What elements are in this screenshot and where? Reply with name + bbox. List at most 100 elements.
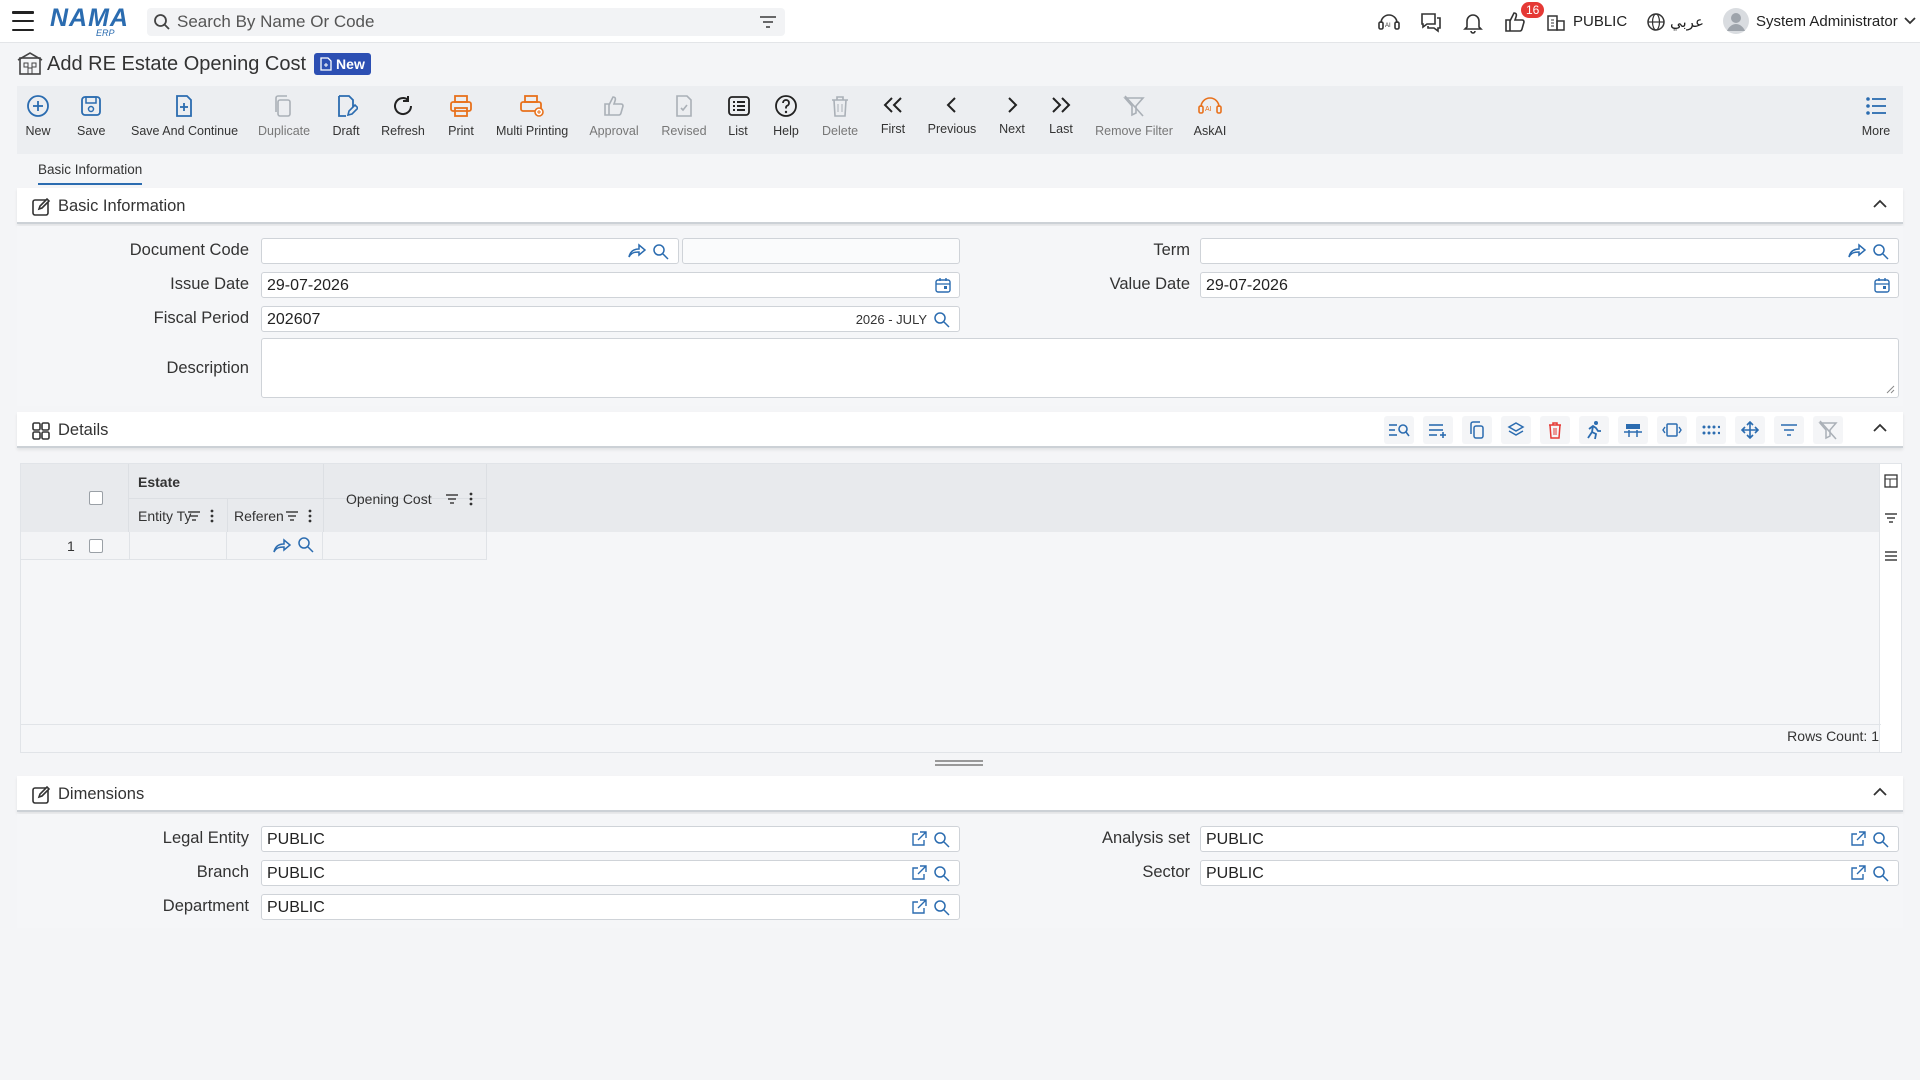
more-button[interactable]: More <box>1859 94 1893 139</box>
expand-width-button[interactable] <box>1657 416 1687 444</box>
column-filter-icon[interactable] <box>445 493 459 505</box>
company-selector[interactable]: PUBLIC <box>1573 13 1627 30</box>
layers-button[interactable] <box>1501 416 1531 444</box>
new-button[interactable]: New <box>25 94 51 139</box>
ai-assistant-icon[interactable]: AI <box>1377 10 1401 34</box>
share-arrow-icon[interactable] <box>1848 243 1866 259</box>
calendar-icon[interactable] <box>1874 277 1890 293</box>
merge-columns-button[interactable] <box>1618 416 1648 444</box>
value-date-field[interactable]: 29-07-2026 <box>1200 272 1899 298</box>
lookup-search-icon[interactable] <box>933 865 951 883</box>
department-field[interactable]: PUBLIC <box>261 894 960 920</box>
lookup-search-icon[interactable] <box>933 311 951 329</box>
previous-button[interactable]: Previous <box>927 94 977 137</box>
open-external-icon[interactable] <box>1850 831 1866 847</box>
remove-filter-button[interactable]: Remove Filter <box>1095 94 1173 139</box>
list-button[interactable]: List <box>727 94 750 139</box>
document-code-field[interactable] <box>261 238 679 264</box>
column-filter-icon[interactable] <box>187 510 201 522</box>
branch-field[interactable]: PUBLIC <box>261 860 960 886</box>
menu-icon[interactable] <box>12 11 34 31</box>
column-menu-icon[interactable] <box>210 509 214 523</box>
grid-search-button[interactable] <box>1384 416 1414 444</box>
help-button[interactable]: Help <box>773 94 799 139</box>
delete-button[interactable]: Delete <box>822 94 858 139</box>
multi-printing-button[interactable]: Multi Printing <box>496 94 568 139</box>
grid-remove-filter-button[interactable] <box>1813 416 1843 444</box>
description-textarea[interactable] <box>261 338 1899 398</box>
delete-row-button[interactable] <box>1540 416 1570 444</box>
lookup-search-icon[interactable] <box>297 536 315 554</box>
term-field[interactable] <box>1200 238 1899 264</box>
run-button[interactable] <box>1579 416 1609 444</box>
print-button[interactable]: Print <box>447 94 475 139</box>
search-input[interactable] <box>177 11 737 33</box>
column-entity-type[interactable]: Entity Ty <box>138 508 191 524</box>
share-arrow-icon[interactable] <box>273 538 291 554</box>
resize-grip-icon[interactable] <box>1886 385 1895 394</box>
grid-resize-handle[interactable] <box>935 760 983 766</box>
page-title: Add RE Estate Opening Cost <box>47 52 307 75</box>
columns-panel-icon[interactable] <box>1884 474 1898 488</box>
sector-field[interactable]: PUBLIC <box>1200 860 1899 886</box>
menu-lines-icon[interactable] <box>1884 550 1898 562</box>
move-button[interactable] <box>1735 416 1765 444</box>
lookup-search-icon[interactable] <box>652 243 670 261</box>
select-all-checkbox[interactable] <box>89 491 103 505</box>
cell-reference[interactable] <box>227 532 323 560</box>
open-external-icon[interactable] <box>911 899 927 915</box>
bell-icon[interactable] <box>1461 10 1485 34</box>
copy-row-button[interactable] <box>1462 416 1492 444</box>
save-button[interactable]: Save <box>77 94 106 139</box>
column-opening-cost[interactable]: Opening Cost <box>346 491 432 507</box>
row-checkbox[interactable] <box>89 539 103 553</box>
chevron-up-icon[interactable] <box>1873 423 1887 433</box>
column-reference[interactable]: Referen <box>234 508 284 524</box>
language-toggle[interactable]: عربي <box>1670 13 1704 31</box>
legal-entity-field[interactable]: PUBLIC <box>261 826 960 852</box>
table-row[interactable]: 1 <box>21 532 487 560</box>
basic-information-header[interactable]: Basic Information <box>17 188 1903 224</box>
filter-panel-icon[interactable] <box>1884 512 1898 524</box>
next-button[interactable]: Next <box>997 94 1027 137</box>
open-external-icon[interactable] <box>1850 865 1866 881</box>
chat-icon[interactable] <box>1419 10 1443 34</box>
lookup-search-icon[interactable] <box>1872 865 1890 883</box>
open-external-icon[interactable] <box>911 865 927 881</box>
askai-button[interactable]: AI AskAI <box>1193 94 1227 139</box>
draft-button[interactable]: Draft <box>331 94 361 139</box>
dots-grid-button[interactable] <box>1696 416 1726 444</box>
add-row-button[interactable] <box>1423 416 1453 444</box>
globe-icon[interactable] <box>1646 12 1666 32</box>
column-menu-icon[interactable] <box>469 492 473 506</box>
column-menu-icon[interactable] <box>308 509 312 523</box>
analysis-set-field[interactable]: PUBLIC <box>1200 826 1899 852</box>
calendar-icon[interactable] <box>935 277 951 293</box>
refresh-button[interactable]: Refresh <box>381 94 425 139</box>
app-logo[interactable]: NAMA ERP <box>50 4 132 38</box>
cell-entity-type[interactable] <box>129 532 227 560</box>
column-filter-icon[interactable] <box>285 510 299 522</box>
issue-date-field[interactable]: 29-07-2026 <box>261 272 960 298</box>
save-and-continue-button[interactable]: Save And Continue <box>131 94 238 139</box>
fiscal-period-field[interactable]: 202607 2026 - JULY <box>261 306 960 332</box>
user-menu[interactable]: System Administrator <box>1722 7 1916 35</box>
revised-button[interactable]: Revised <box>661 94 707 139</box>
open-external-icon[interactable] <box>911 831 927 847</box>
dimensions-header[interactable]: Dimensions <box>17 776 1903 812</box>
lookup-search-icon[interactable] <box>933 899 951 917</box>
filter-icon[interactable] <box>759 14 777 30</box>
cell-opening-cost[interactable] <box>323 532 487 560</box>
grid-filter-button[interactable] <box>1774 416 1804 444</box>
chevron-up-icon[interactable] <box>1873 787 1887 797</box>
lookup-search-icon[interactable] <box>933 831 951 849</box>
last-button[interactable]: Last <box>1047 94 1075 137</box>
first-button[interactable]: First <box>879 94 907 137</box>
share-arrow-icon[interactable] <box>628 243 646 259</box>
lookup-search-icon[interactable] <box>1872 831 1890 849</box>
tab-basic-information[interactable]: Basic Information <box>38 162 143 185</box>
chevron-up-icon[interactable] <box>1873 199 1887 209</box>
duplicate-button[interactable]: Duplicate <box>258 94 310 139</box>
approval-button[interactable]: Approval <box>589 94 639 139</box>
lookup-search-icon[interactable] <box>1872 243 1890 261</box>
